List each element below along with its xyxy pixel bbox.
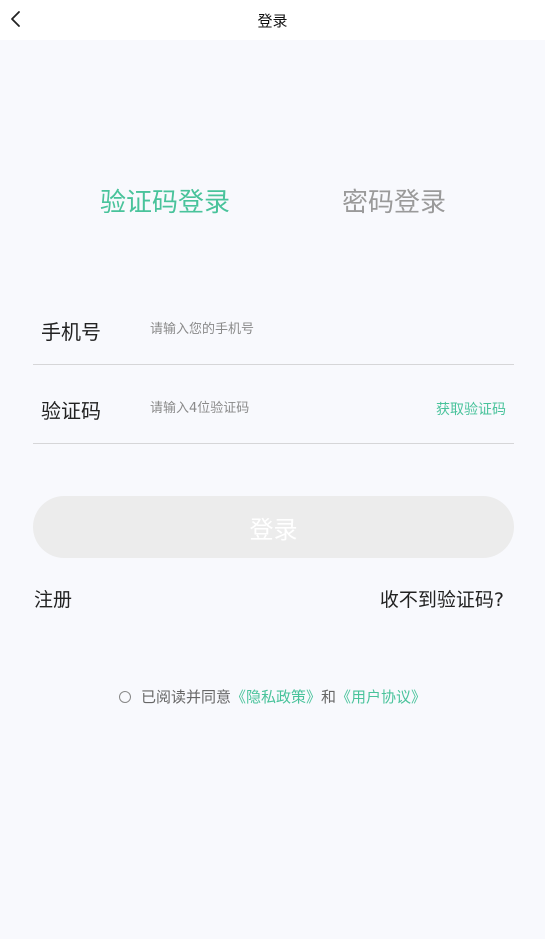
agreement-row: 已阅读并同意《隐私政策》和《用户协议》 [0,686,545,707]
privacy-policy-link[interactable]: 《隐私政策》 [231,688,321,706]
page-title: 登录 [257,12,288,30]
tab-sms-code-login[interactable]: 验证码登录 [100,182,230,219]
tab-password-login[interactable]: 密码登录 [342,182,446,219]
agreement-and: 和 [321,688,337,706]
code-input[interactable] [150,396,380,420]
agree-radio-icon[interactable] [118,691,131,703]
user-agreement-link[interactable]: 《用户协议》 [336,688,426,706]
no-code-link[interactable]: 收不到验证码? [380,585,504,612]
agreement-prefix: 已阅读并同意 [140,688,231,706]
code-label: 验证码 [41,399,101,423]
code-field-row: 验证码 获取验证码 [33,365,514,444]
phone-label: 手机号 [41,320,101,344]
get-code-button[interactable]: 获取验证码 [436,399,506,419]
top-nav-bar: 登录 [0,0,545,40]
login-button[interactable]: 登录 [33,496,514,558]
phone-input[interactable] [150,317,380,341]
login-mode-tabs: 验证码登录 密码登录 [0,182,545,222]
phone-field-row: 手机号 [33,286,514,365]
register-link[interactable]: 注册 [34,585,72,612]
